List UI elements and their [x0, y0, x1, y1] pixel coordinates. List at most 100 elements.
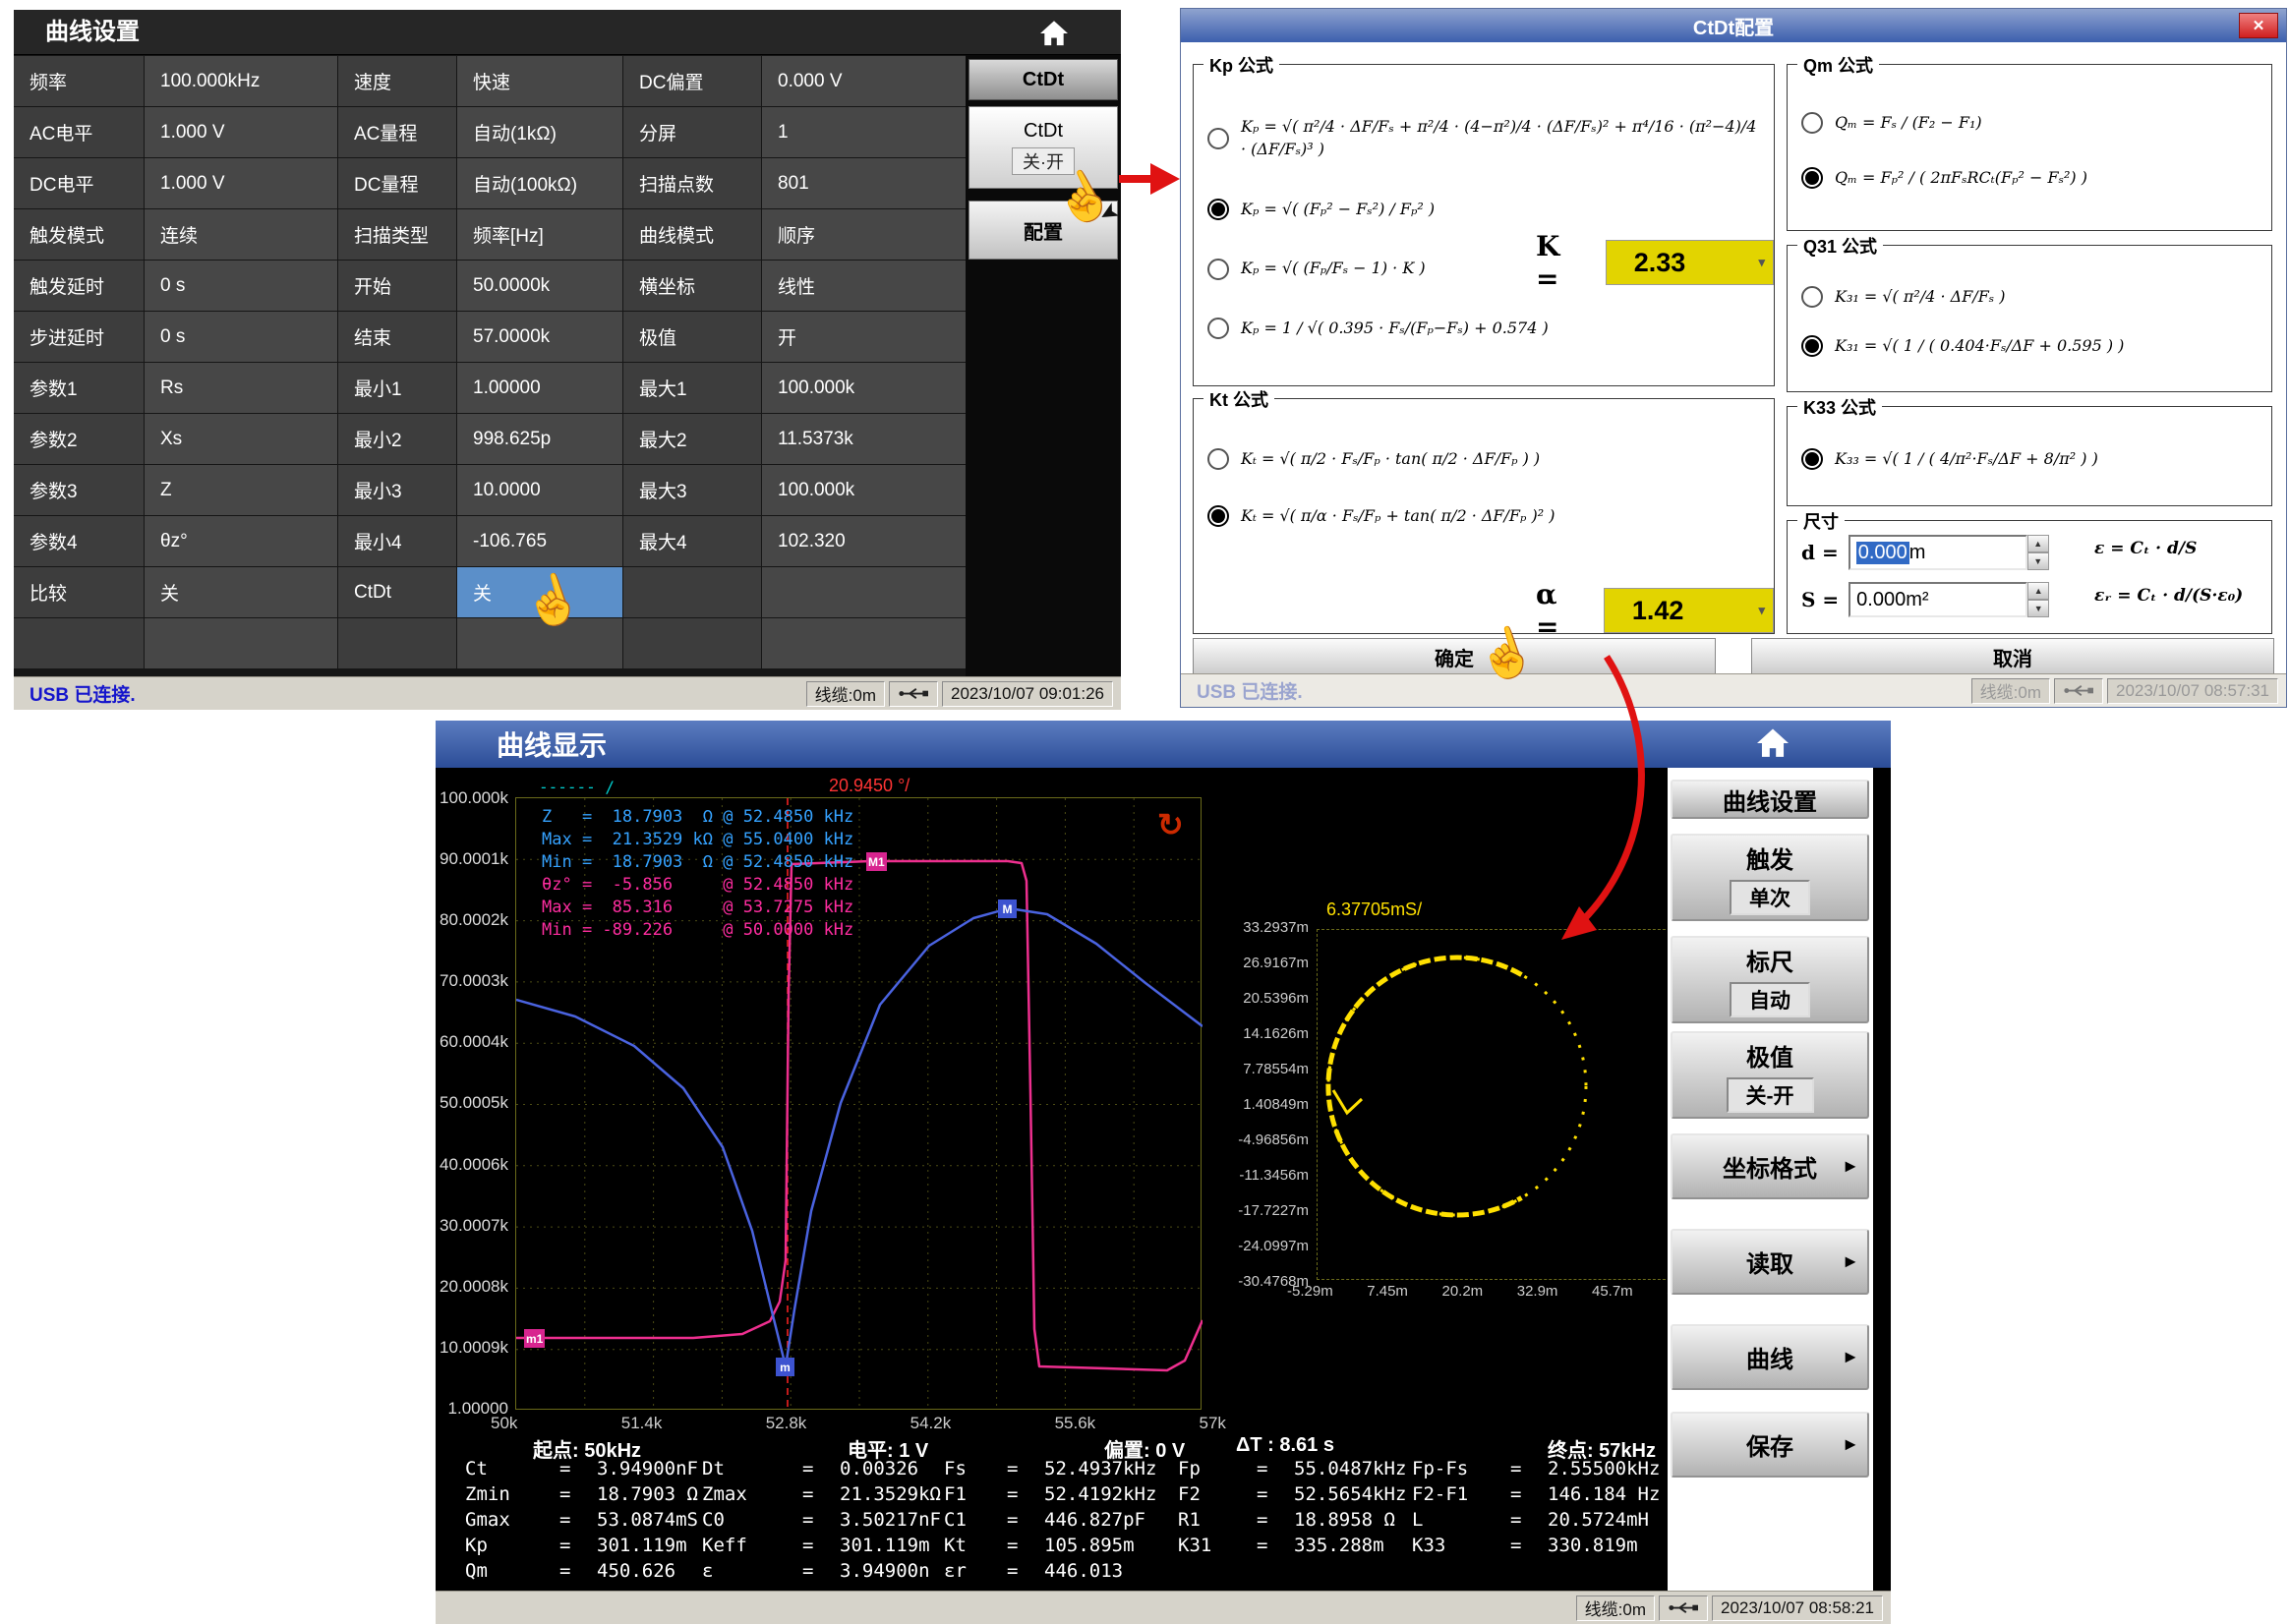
setting-value-cell[interactable]: 100.000k: [762, 363, 968, 413]
save-button[interactable]: 保存►: [1671, 1412, 1869, 1478]
refresh-icon[interactable]: ↻: [1157, 806, 1184, 843]
setting-value-cell[interactable]: 线性: [762, 261, 968, 311]
radio-selected-icon[interactable]: [1207, 505, 1229, 527]
spin-down-icon[interactable]: ▼: [2027, 552, 2049, 570]
setting-value-cell[interactable]: θz°: [145, 516, 337, 566]
home-icon[interactable]: [1753, 726, 1792, 760]
radio-icon[interactable]: [1207, 318, 1229, 339]
setting-value-cell[interactable]: -106.765: [457, 516, 622, 566]
cancel-button[interactable]: 取消: [1751, 638, 2274, 675]
setting-value-cell[interactable]: Z: [145, 465, 337, 515]
plot-y-axis-labels: 100.000k90.0001k80.0002k70.0003k60.0004k…: [436, 788, 508, 1419]
setting-value-cell[interactable]: Rs: [145, 363, 337, 413]
sidebar-button-value[interactable]: 自动: [1730, 982, 1810, 1017]
dropdown-arrow-icon[interactable]: ▾: [1758, 255, 1765, 270]
s-spinner[interactable]: ▲▼: [2027, 582, 2049, 617]
setting-value-cell[interactable]: 0.000 V: [762, 56, 968, 106]
config-button[interactable]: 配置: [968, 201, 1118, 260]
setting-value-cell[interactable]: 102.320: [762, 516, 968, 566]
setting-value-cell[interactable]: 100.000kHz: [145, 56, 337, 106]
setting-value-cell[interactable]: 自动(1kΩ): [457, 107, 622, 157]
setting-value-cell[interactable]: 801: [762, 158, 968, 208]
spin-down-icon[interactable]: ▼: [2027, 600, 2049, 617]
radio-icon[interactable]: [1207, 259, 1229, 280]
alpha-value-input[interactable]: 1.42 ▾: [1604, 588, 1774, 633]
formula-option[interactable]: K₃₁ = √( π²/4 · ΔF/Fₛ ): [1801, 286, 2263, 308]
read-button[interactable]: 读取►: [1671, 1229, 1869, 1295]
setting-value-cell[interactable]: 100.000k: [762, 465, 968, 515]
setting-value-cell[interactable]: 快速: [457, 56, 622, 106]
formula-option[interactable]: Kₚ = √( (Fₚ² − Fₛ²) / Fₚ² ): [1207, 199, 1766, 220]
formula-text: Kₜ = √( π/α · Fₛ/Fₚ + tan( π/2 · ΔF/Fₚ )…: [1241, 505, 1555, 527]
main-plot[interactable]: Z = 18.7903 Ω @ 52.4850 kHzMax = 21.3529…: [515, 797, 1202, 1410]
ok-button[interactable]: 确定: [1193, 638, 1716, 675]
admittance-circle-plot[interactable]: [1317, 929, 1675, 1280]
radio-icon[interactable]: [1801, 286, 1823, 308]
radio-icon[interactable]: [1801, 112, 1823, 134]
coord-format-button[interactable]: 坐标格式►: [1671, 1133, 1869, 1199]
sidebar-button-label: 触发: [1746, 841, 1793, 875]
radio-selected-icon[interactable]: [1801, 335, 1823, 357]
formula-option[interactable]: Kₜ = √( π/α · Fₛ/Fₚ + tan( π/2 · ΔF/Fₚ )…: [1207, 505, 1766, 527]
d-input[interactable]: 0.000 m ▲▼: [1849, 535, 2027, 570]
setting-value-cell[interactable]: 0 s: [145, 312, 337, 362]
spin-up-icon[interactable]: ▲: [2027, 582, 2049, 600]
ruler-button[interactable]: 标尺自动: [1671, 936, 1869, 1023]
formula-option[interactable]: K₃₁ = √( 1 / ( 0.404·Fₛ/ΔF + 0.595 ) ): [1801, 335, 2263, 357]
radio-selected-icon[interactable]: [1801, 448, 1823, 470]
s-input[interactable]: 0.000m² ▲▼: [1849, 582, 2027, 617]
setting-value-cell[interactable]: [762, 618, 968, 668]
setting-value-cell[interactable]: 顺序: [762, 209, 968, 260]
setting-value-cell[interactable]: 0 s: [145, 261, 337, 311]
curve-button[interactable]: 曲线►: [1671, 1324, 1869, 1390]
formula-option[interactable]: Kₚ = 1 / √( 0.395 · Fₛ/(Fₚ−Fₛ) + 0.574 ): [1207, 318, 1766, 339]
result-value: 105.895m: [1044, 1535, 1135, 1556]
setting-value-cell[interactable]: 1.00000: [457, 363, 622, 413]
formula-option[interactable]: Qₘ = Fₚ² / ( 2πFₛRCₜ(Fₚ² − Fₛ²) ): [1801, 167, 2263, 189]
formula-option[interactable]: Qₘ = Fₛ / (F₂ − F₁): [1801, 112, 2263, 134]
setting-value-cell[interactable]: 11.5373k: [762, 414, 968, 464]
setting-value-cell[interactable]: [457, 618, 622, 668]
ctdt-toggle-value[interactable]: 关·开: [1012, 147, 1075, 175]
result-value: 146.184 Hz: [1548, 1483, 1660, 1505]
ctdt-toggle-button[interactable]: CtDt 关·开: [968, 106, 1118, 189]
formula-option[interactable]: Kₚ = √( π²/4 · ΔF/Fₛ + π²/4 · (4−π²)/4 ·…: [1207, 116, 1766, 160]
sidebar-button-value[interactable]: 单次: [1730, 880, 1810, 915]
setting-value-cell[interactable]: [762, 567, 968, 617]
trigger-button[interactable]: 触发单次: [1671, 834, 1869, 921]
sweep-info-row: 起点: 50kHz 电平: 1 V 偏置: 0 V ΔT : 8.61 s 终点…: [533, 1434, 1656, 1460]
d-spinner[interactable]: ▲▼: [2027, 535, 2049, 570]
formula-option[interactable]: K₃₃ = √( 1 / ( 4/π²·Fₛ/ΔF + 8/π² ) ): [1801, 448, 2263, 470]
setting-value-cell[interactable]: 关: [457, 567, 622, 617]
close-icon[interactable]: ✕: [2239, 13, 2278, 38]
dropdown-arrow-icon[interactable]: ▾: [1758, 603, 1765, 618]
usb-icon: [1659, 1595, 1708, 1621]
setting-value-cell[interactable]: 10.0000: [457, 465, 622, 515]
radio-selected-icon[interactable]: [1801, 167, 1823, 189]
setting-value-cell[interactable]: 开: [762, 312, 968, 362]
setting-value-cell[interactable]: 1.000 V: [145, 158, 337, 208]
setting-value-cell[interactable]: 998.625p: [457, 414, 622, 464]
setting-value-cell[interactable]: 57.0000k: [457, 312, 622, 362]
setting-value-cell[interactable]: 连续: [145, 209, 337, 260]
setting-value-cell[interactable]: 50.0000k: [457, 261, 622, 311]
setting-value-cell[interactable]: 自动(100kΩ): [457, 158, 622, 208]
setting-value-cell[interactable]: 频率[Hz]: [457, 209, 622, 260]
home-icon[interactable]: [1034, 17, 1074, 50]
formula-text: K₃₁ = √( π²/4 · ΔF/Fₛ ): [1835, 286, 2006, 308]
setting-value-cell[interactable]: [145, 618, 337, 668]
radio-icon[interactable]: [1207, 448, 1229, 470]
sidebar-button-value[interactable]: 关-开: [1727, 1077, 1814, 1113]
setting-value-cell[interactable]: 关: [145, 567, 337, 617]
radio-selected-icon[interactable]: [1207, 199, 1229, 220]
setting-value-cell[interactable]: 1: [762, 107, 968, 157]
k-value-input[interactable]: 2.33 ▾: [1606, 240, 1774, 285]
setting-value-cell[interactable]: Xs: [145, 414, 337, 464]
formula-option[interactable]: Kₜ = √( π/2 · Fₛ/Fₚ · tan( π/2 · ΔF/Fₚ )…: [1207, 448, 1766, 470]
spin-up-icon[interactable]: ▲: [2027, 535, 2049, 552]
extremum-button[interactable]: 极值关-开: [1671, 1031, 1869, 1119]
setting-value-cell[interactable]: 1.000 V: [145, 107, 337, 157]
radio-icon[interactable]: [1207, 128, 1229, 149]
formula-text: Qₘ = Fₛ / (F₂ − F₁): [1835, 112, 1982, 134]
circle-y-axis-label: 14.1626m: [1243, 1025, 1309, 1042]
